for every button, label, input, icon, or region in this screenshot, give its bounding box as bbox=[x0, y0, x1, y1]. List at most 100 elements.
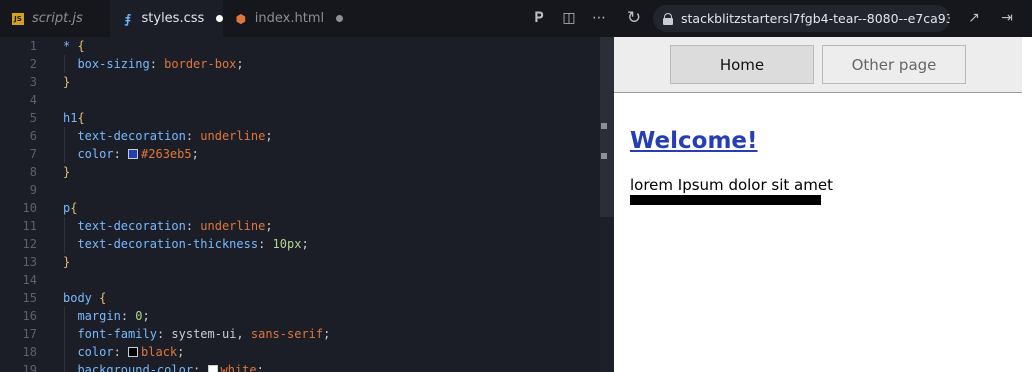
code-token: } bbox=[63, 255, 71, 269]
code-text: text-decoration: underline; bbox=[63, 127, 273, 145]
color-swatch-icon[interactable] bbox=[207, 365, 218, 372]
line-number: 2 bbox=[29, 57, 37, 71]
code-token: { bbox=[77, 39, 85, 53]
code-text: box-sizing: border-box; bbox=[63, 55, 244, 73]
line-number: 14 bbox=[22, 273, 37, 287]
code-token: 0 bbox=[135, 309, 143, 323]
home-nav-button[interactable]: Home bbox=[670, 45, 814, 84]
code-token: : bbox=[156, 327, 172, 341]
code-token: { bbox=[70, 201, 78, 215]
code-token: background-color bbox=[77, 363, 194, 372]
code-token: : bbox=[185, 219, 201, 233]
code-line[interactable]: 10 p{ bbox=[0, 199, 600, 217]
code-line[interactable]: 2 box-sizing: border-box; bbox=[0, 55, 600, 73]
code-line[interactable]: 15 body { bbox=[0, 289, 600, 307]
line-number: 1 bbox=[29, 39, 37, 53]
code-token: #263eb5 bbox=[141, 147, 192, 161]
page-paragraph: lorem Ipsum dolor sit amet bbox=[630, 176, 833, 194]
code-text: body { bbox=[63, 289, 106, 307]
more-icon[interactable]: ⋯ bbox=[589, 8, 609, 28]
code-token: text-decoration bbox=[77, 219, 186, 233]
preview-nav: Home Other page bbox=[614, 37, 1022, 93]
tab-index-html[interactable]: ⬢ index.html bbox=[223, 0, 343, 37]
line-number: 8 bbox=[29, 165, 37, 179]
code-token: ; bbox=[265, 129, 273, 143]
line-number: 15 bbox=[22, 291, 37, 305]
code-line[interactable]: 17 font-family: system-ui, sans-serif; bbox=[0, 325, 600, 343]
line-number: 17 bbox=[22, 327, 37, 341]
code-token: ; bbox=[323, 327, 331, 341]
code-line[interactable]: 5 h1{ bbox=[0, 109, 600, 127]
code-token: : bbox=[120, 309, 136, 323]
unsaved-dot-icon[interactable] bbox=[216, 15, 223, 22]
html-file-icon: ⬢ bbox=[235, 11, 247, 26]
code-token: ; bbox=[301, 237, 309, 251]
color-swatch-icon[interactable] bbox=[128, 347, 139, 357]
code-text: } bbox=[63, 163, 70, 181]
code-token: ; bbox=[142, 309, 150, 323]
collapse-panel-icon[interactable]: ⇥ bbox=[997, 8, 1017, 28]
line-number: 4 bbox=[29, 93, 37, 107]
unsaved-dot-icon[interactable] bbox=[336, 15, 343, 22]
code-token: black bbox=[141, 345, 178, 359]
code-token: { bbox=[77, 111, 85, 125]
top-bar: JS script.js ⨎ styles.css ⬢ index.html 𝐏… bbox=[0, 0, 1032, 37]
code-line[interactable]: 1 * { bbox=[0, 37, 600, 55]
code-token: ; bbox=[191, 147, 199, 161]
code-line[interactable]: 18 color: black; bbox=[0, 343, 600, 361]
code-line[interactable]: 14 bbox=[0, 271, 600, 289]
open-new-window-icon[interactable]: ↗ bbox=[964, 8, 984, 28]
code-token: : bbox=[258, 237, 273, 251]
code-editor[interactable]: 1 * {2 box-sizing: border-box; 3} 4 5 h1{6 te… bbox=[0, 37, 614, 372]
code-text: color: #263eb5; bbox=[63, 145, 199, 163]
code-token: } bbox=[63, 165, 71, 179]
code-token: : bbox=[193, 363, 208, 372]
code-token: ; bbox=[236, 57, 244, 71]
code-line[interactable]: 7 color: #263eb5; bbox=[0, 145, 600, 163]
color-swatch-icon[interactable] bbox=[128, 149, 139, 159]
line-number: 11 bbox=[22, 219, 37, 233]
line-number: 5 bbox=[29, 111, 37, 125]
code-token: ; bbox=[256, 363, 264, 372]
code-line[interactable]: 11 text-decoration: underline; bbox=[0, 217, 600, 235]
code-token: ; bbox=[177, 345, 185, 359]
js-file-icon: JS bbox=[12, 12, 24, 25]
tab-script-js[interactable]: JS script.js bbox=[0, 0, 102, 37]
page-heading: Welcome! bbox=[630, 128, 758, 154]
code-token: white bbox=[220, 363, 257, 372]
code-line[interactable]: 8} bbox=[0, 163, 600, 181]
line-number: 3 bbox=[29, 75, 37, 89]
sash-marker bbox=[601, 153, 607, 159]
code-token: border-box bbox=[164, 57, 237, 71]
code-line[interactable]: 4 bbox=[0, 91, 600, 109]
code-token: system-ui bbox=[171, 327, 237, 341]
code-token: margin bbox=[77, 309, 121, 323]
tab-label: styles.css bbox=[141, 11, 205, 26]
code-token: 10px bbox=[272, 237, 302, 251]
reload-icon[interactable]: ↻ bbox=[624, 8, 644, 28]
code-text: } bbox=[63, 253, 70, 271]
url-bar[interactable]: stackblitzstartersl7fgb4-tear--8080--e7c… bbox=[653, 5, 950, 32]
code-line[interactable]: 13} bbox=[0, 253, 600, 271]
code-line[interactable]: 3} bbox=[0, 73, 600, 91]
tab-styles-css[interactable]: ⨎ styles.css bbox=[110, 0, 223, 37]
underline-decoration bbox=[630, 195, 821, 205]
code-token: font-family bbox=[77, 327, 157, 341]
code-line[interactable]: 12 text-decoration-thickness: 10px; bbox=[0, 235, 600, 253]
line-number: 6 bbox=[29, 129, 37, 143]
code-line[interactable]: 9 bbox=[0, 181, 600, 199]
code-line[interactable]: 19 background-color: white; bbox=[0, 361, 600, 372]
code-text: font-family: system-ui, sans-serif; bbox=[63, 325, 330, 343]
split-editor-icon[interactable]: ◫ bbox=[559, 8, 579, 28]
code-line[interactable]: 16 margin: 0; bbox=[0, 307, 600, 325]
code-line[interactable]: 6 text-decoration: underline; bbox=[0, 127, 600, 145]
other-page-nav-button[interactable]: Other page bbox=[822, 45, 966, 84]
prettier-icon[interactable]: 𝐏 bbox=[529, 8, 549, 28]
code-token: text-decoration bbox=[77, 129, 186, 143]
code-token: color bbox=[77, 345, 114, 359]
